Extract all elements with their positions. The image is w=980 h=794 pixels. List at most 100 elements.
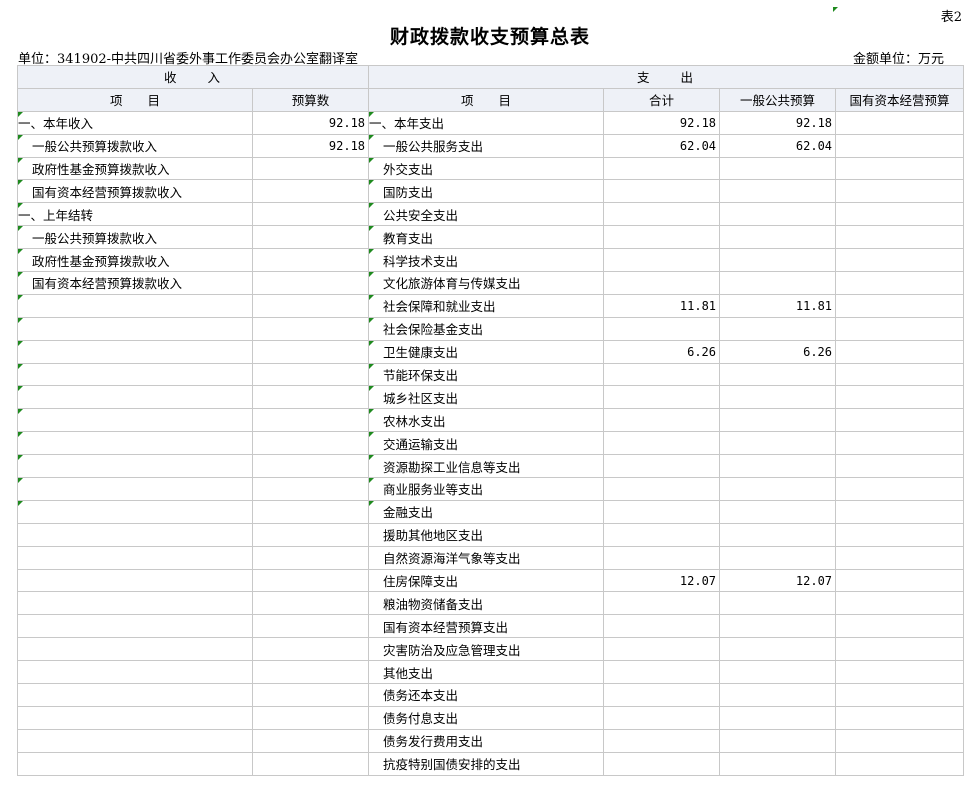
expense-item-cell[interactable]: 住房保障支出: [368, 568, 605, 593]
general-budget-cell[interactable]: 92.18: [719, 110, 837, 135]
total-cell[interactable]: 11.81: [603, 293, 721, 318]
total-cell[interactable]: [603, 202, 721, 227]
income-budget-cell[interactable]: [251, 545, 370, 570]
expense-item-cell[interactable]: 债务发行费用支出: [368, 728, 605, 753]
income-item-cell[interactable]: [17, 591, 253, 616]
income-item-cell[interactable]: 一般公共预算拨款收入: [17, 133, 253, 158]
expense-item-cell[interactable]: 抗疫特别国债安排的支出: [368, 751, 605, 776]
capital-budget-cell[interactable]: [835, 110, 965, 135]
income-budget-cell[interactable]: 92.18: [251, 133, 370, 158]
income-item-cell[interactable]: [17, 728, 253, 753]
general-budget-cell[interactable]: [719, 728, 837, 753]
income-budget-cell[interactable]: [251, 660, 370, 685]
expense-item-cell[interactable]: 债务还本支出: [368, 683, 605, 707]
capital-budget-cell[interactable]: [835, 316, 965, 341]
income-budget-cell[interactable]: [251, 522, 370, 547]
total-cell[interactable]: [603, 545, 721, 570]
income-item-cell[interactable]: [17, 385, 253, 410]
income-group-header[interactable]: 收 入: [16, 65, 370, 89]
expense-item-cell[interactable]: 农林水支出: [368, 408, 605, 433]
general-budget-cell[interactable]: [719, 522, 837, 547]
total-cell[interactable]: 12.07: [603, 568, 721, 593]
expense-item-cell[interactable]: 商业服务业等支出: [368, 477, 605, 501]
total-cell[interactable]: [603, 179, 721, 204]
capital-budget-cell[interactable]: [835, 614, 965, 639]
total-cell[interactable]: [603, 477, 721, 501]
total-cell[interactable]: [603, 522, 721, 547]
income-item-header[interactable]: 项 目: [17, 87, 253, 112]
income-budget-cell[interactable]: [251, 568, 370, 593]
total-cell[interactable]: [603, 156, 721, 181]
expense-item-cell[interactable]: 灾害防治及应急管理支出: [368, 637, 605, 662]
capital-budget-cell[interactable]: [835, 683, 965, 707]
general-budget-cell[interactable]: 12.07: [719, 568, 837, 593]
income-item-cell[interactable]: [17, 454, 253, 479]
expense-item-cell[interactable]: 外交支出: [368, 156, 605, 181]
capital-budget-cell[interactable]: [835, 248, 965, 273]
total-cell[interactable]: [603, 316, 721, 341]
expense-item-header[interactable]: 项 目: [368, 87, 605, 112]
total-cell[interactable]: [603, 385, 721, 410]
expense-item-cell[interactable]: 其他支出: [368, 660, 605, 685]
income-item-cell[interactable]: 国有资本经营预算拨款收入: [17, 179, 253, 204]
general-budget-cell[interactable]: 6.26: [719, 339, 837, 364]
expense-item-cell[interactable]: 资源勘探工业信息等支出: [368, 454, 605, 479]
income-item-cell[interactable]: [17, 545, 253, 570]
capital-budget-cell[interactable]: [835, 202, 965, 227]
income-budget-cell[interactable]: [251, 683, 370, 707]
capital-budget-cell[interactable]: [835, 385, 965, 410]
expense-item-cell[interactable]: 教育支出: [368, 225, 605, 250]
capital-budget-cell[interactable]: [835, 499, 965, 524]
capital-budget-header[interactable]: 国有资本经营预算: [835, 87, 965, 112]
total-cell[interactable]: [603, 431, 721, 456]
income-item-cell[interactable]: 国有资本经营预算拨款收入: [17, 271, 253, 295]
income-item-cell[interactable]: 政府性基金预算拨款收入: [17, 156, 253, 181]
capital-budget-cell[interactable]: [835, 225, 965, 250]
capital-budget-cell[interactable]: [835, 477, 965, 501]
expense-item-cell[interactable]: 社会保险基金支出: [368, 316, 605, 341]
expense-item-cell[interactable]: 一般公共服务支出: [368, 133, 605, 158]
income-budget-cell[interactable]: [251, 499, 370, 524]
income-budget-cell[interactable]: 92.18: [251, 110, 370, 135]
income-budget-cell[interactable]: [251, 431, 370, 456]
income-item-cell[interactable]: [17, 683, 253, 707]
income-item-cell[interactable]: [17, 408, 253, 433]
capital-budget-cell[interactable]: [835, 545, 965, 570]
expense-item-cell[interactable]: 金融支出: [368, 499, 605, 524]
capital-budget-cell[interactable]: [835, 293, 965, 318]
income-budget-cell[interactable]: [251, 156, 370, 181]
income-item-cell[interactable]: [17, 568, 253, 593]
expense-item-cell[interactable]: 交通运输支出: [368, 431, 605, 456]
general-budget-cell[interactable]: [719, 477, 837, 501]
general-budget-cell[interactable]: [719, 751, 837, 776]
capital-budget-cell[interactable]: [835, 705, 965, 730]
income-budget-cell[interactable]: [251, 293, 370, 318]
general-budget-cell[interactable]: [719, 660, 837, 685]
total-cell[interactable]: [603, 728, 721, 753]
expense-group-header[interactable]: 支 出: [368, 65, 965, 89]
expense-item-cell[interactable]: 自然资源海洋气象等支出: [368, 545, 605, 570]
general-budget-header[interactable]: 一般公共预算: [719, 87, 837, 112]
income-budget-cell[interactable]: [251, 705, 370, 730]
capital-budget-cell[interactable]: [835, 133, 965, 158]
total-cell[interactable]: [603, 408, 721, 433]
general-budget-cell[interactable]: [719, 683, 837, 707]
income-item-cell[interactable]: [17, 499, 253, 524]
total-cell[interactable]: [603, 591, 721, 616]
capital-budget-cell[interactable]: [835, 660, 965, 685]
capital-budget-cell[interactable]: [835, 271, 965, 295]
expense-item-cell[interactable]: 城乡社区支出: [368, 385, 605, 410]
expense-item-cell[interactable]: 国有资本经营预算支出: [368, 614, 605, 639]
income-item-cell[interactable]: [17, 339, 253, 364]
total-cell[interactable]: [603, 683, 721, 707]
general-budget-cell[interactable]: [719, 156, 837, 181]
capital-budget-cell[interactable]: [835, 568, 965, 593]
general-budget-cell[interactable]: [719, 499, 837, 524]
income-budget-cell[interactable]: [251, 614, 370, 639]
general-budget-cell[interactable]: [719, 271, 837, 295]
general-budget-cell[interactable]: [719, 545, 837, 570]
total-cell[interactable]: 62.04: [603, 133, 721, 158]
income-item-cell[interactable]: [17, 637, 253, 662]
income-item-cell[interactable]: 一、本年收入: [17, 110, 253, 135]
income-item-cell[interactable]: [17, 431, 253, 456]
